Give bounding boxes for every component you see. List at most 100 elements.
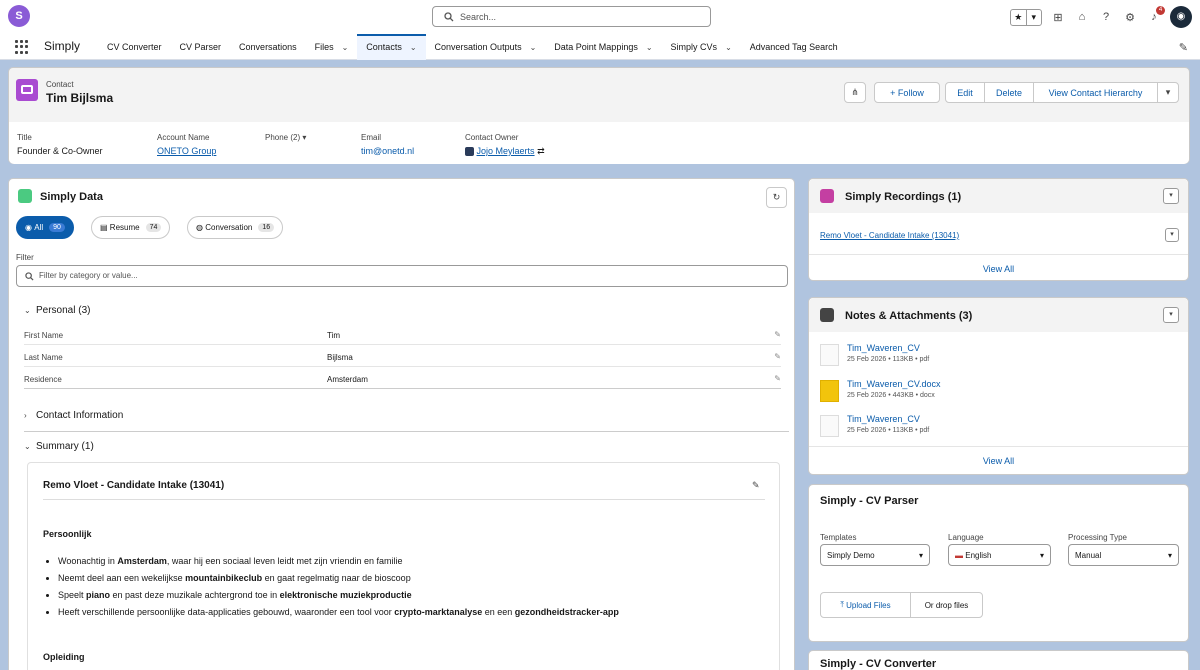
view-all-link[interactable]: View All xyxy=(809,456,1188,466)
chevron-down-icon: ⌄ xyxy=(725,42,732,52)
owner-link[interactable]: Jojo Meylaerts xyxy=(477,146,535,156)
data-row-last-name: Last Name Bijlsma ✎ xyxy=(24,349,781,367)
owner-avatar-icon xyxy=(465,147,474,157)
summary-title: Remo Vloet - Candidate Intake (13041) xyxy=(43,480,225,491)
filter-pill-resume[interactable]: ▤ Resume 74 xyxy=(91,216,171,239)
refresh-icon[interactable]: ↻ xyxy=(766,187,787,208)
chevron-down-icon: ⌄ xyxy=(24,442,31,451)
nav-item-conversations[interactable]: Conversations xyxy=(230,34,306,60)
delete-button[interactable]: Delete xyxy=(984,82,1034,103)
chevron-down-icon: ⌄ xyxy=(24,306,31,315)
title-field: Title Founder & Co-Owner xyxy=(17,133,103,156)
filter-pill-all[interactable]: ◉ All 90 xyxy=(16,216,74,239)
all-icon: ◉ xyxy=(25,223,32,232)
app-logo[interactable]: S xyxy=(8,5,30,27)
nav-item-simply-cvs[interactable]: Simply CVs ⌄ xyxy=(662,34,741,60)
upload-icon: ⤒ xyxy=(840,600,844,609)
summary-heading-2: Opleiding xyxy=(43,652,85,662)
divider xyxy=(43,499,765,500)
chevron-down-icon[interactable]: ▾ xyxy=(1025,9,1042,25)
add-icon[interactable]: ⊞ xyxy=(1050,9,1066,25)
templates-select[interactable]: Simply Demo ▾ xyxy=(820,544,930,566)
data-row-first-name: First Name Tim ✎ xyxy=(24,327,781,345)
nav-item-cv-parser[interactable]: CV Parser xyxy=(171,34,231,60)
nav-item-data-point-mappings[interactable]: Data Point Mappings ⌄ xyxy=(545,34,661,60)
follow-button[interactable]: + Follow xyxy=(874,82,940,103)
chevron-right-icon: › xyxy=(24,411,27,420)
email-link[interactable]: tim@onetd.nl xyxy=(361,146,414,156)
card-title: Simply - CV Converter xyxy=(820,658,937,670)
chevron-down-icon[interactable]: ▾ xyxy=(1163,188,1179,204)
email-field: Email tim@onetd.nl xyxy=(361,133,415,156)
favorites-button[interactable]: ★ ▾ xyxy=(1010,8,1042,26)
cv-parser-card: Simply - CV Parser Templates Simply Demo… xyxy=(808,484,1189,642)
account-link[interactable]: ONETO Group xyxy=(157,146,216,156)
notification-badge: 4 xyxy=(1156,6,1165,15)
list-item: Neemt deel aan een wekelijkse mountainbi… xyxy=(58,570,768,587)
document-icon: ▤ xyxy=(100,223,108,232)
section-contact-information[interactable]: › Contact Information xyxy=(24,410,789,421)
nav-items: CV Converter CV Parser Conversations Fil… xyxy=(98,34,847,60)
bell-icon[interactable]: ♪ 4 xyxy=(1146,6,1165,25)
drop-files-label: Or drop files xyxy=(924,600,969,610)
app-launcher-icon[interactable] xyxy=(15,40,29,54)
highlights-panel: Title Founder & Co-Owner Account Name ON… xyxy=(9,122,1189,164)
nav-item-conversation-outputs[interactable]: Conversation Outputs ⌄ xyxy=(426,34,546,60)
chevron-down-icon[interactable]: ▾ xyxy=(1165,228,1179,242)
chevron-down-icon: ⌄ xyxy=(341,42,349,52)
gear-icon[interactable]: ⚙ xyxy=(1122,9,1138,25)
chevron-down-icon[interactable]: ▾ xyxy=(1163,307,1179,323)
star-icon[interactable]: ★ xyxy=(1011,10,1026,25)
more-actions-chevron-icon[interactable]: ▾ xyxy=(1157,82,1179,103)
edit-icon[interactable]: ✎ xyxy=(774,352,781,361)
header-utility-icons: ★ ▾ ⊞ ⌂ ? ⚙ ♪ 4 ◉ xyxy=(1010,6,1192,28)
chevron-down-icon: ⌄ xyxy=(409,42,417,52)
recording-link[interactable]: Remo Vloet - Candidate Intake (13041) xyxy=(820,231,959,240)
chevron-down-icon: ▾ xyxy=(302,133,307,142)
nav-item-contacts[interactable]: Contacts ⌄ xyxy=(357,34,426,60)
divider xyxy=(809,446,1188,447)
section-summary[interactable]: ⌄ Summary (1) xyxy=(24,441,789,452)
card-title: Notes & Attachments (3) xyxy=(845,310,973,322)
filter-input[interactable]: Filter by category or value... xyxy=(16,265,788,287)
user-avatar[interactable]: ◉ xyxy=(1170,6,1192,28)
list-item: Woonachtig in Amsterdam, waar hij een so… xyxy=(58,553,768,570)
upload-files-button[interactable]: ⤒ Upload Files xyxy=(821,593,911,617)
section-personal[interactable]: ⌄ Personal (3) xyxy=(24,305,789,316)
data-row-residence: Residence Amsterdam ✎ xyxy=(24,371,781,389)
summary-card: Remo Vloet - Candidate Intake (13041) ✎ … xyxy=(27,462,780,670)
list-item: Heeft verschillende persoonlijke data-ap… xyxy=(58,604,768,621)
edit-icon[interactable]: ✎ xyxy=(774,374,781,383)
processing-type-label: Processing Type xyxy=(1068,533,1127,542)
filter-pill-conversation[interactable]: ◍ Conversation 16 xyxy=(187,216,284,239)
nav-item-files[interactable]: Files ⌄ xyxy=(306,34,358,60)
card-header: Notes & Attachments (3) ▾ xyxy=(809,298,1188,332)
chat-icon: ◍ xyxy=(196,223,203,232)
simply-data-icon xyxy=(18,189,32,203)
edit-icon[interactable]: ✎ xyxy=(752,480,760,491)
change-owner-icon[interactable]: ⇄ xyxy=(537,146,545,156)
phone-field[interactable]: Phone (2) ▾ xyxy=(265,133,306,142)
chevron-down-icon: ▾ xyxy=(1039,550,1044,560)
global-search-input[interactable]: Search... xyxy=(432,6,711,27)
view-all-link[interactable]: View All xyxy=(809,264,1188,274)
hierarchy-icon[interactable]: ⋔ xyxy=(844,82,866,103)
nav-item-cv-converter[interactable]: CV Converter xyxy=(98,34,171,60)
filter-label: Filter xyxy=(16,253,34,262)
edit-button[interactable]: Edit xyxy=(945,82,985,103)
simply-recordings-card: Simply Recordings (1) ▾ Remo Vloet - Can… xyxy=(808,178,1189,281)
nav-item-advanced-tag-search[interactable]: Advanced Tag Search xyxy=(741,34,847,60)
edit-nav-icon[interactable]: ✎ xyxy=(1179,41,1188,54)
processing-type-select[interactable]: Manual ▾ xyxy=(1068,544,1179,566)
list-item: Speelt piano en past deze muzikale achte… xyxy=(58,587,768,604)
search-icon xyxy=(444,12,454,22)
help-icon[interactable]: ? xyxy=(1098,9,1114,25)
trailhead-icon[interactable]: ⌂ xyxy=(1074,9,1090,25)
simply-data-card: Simply Data ↻ ◉ All 90 ▤ Resume 74 ◍ Conve… xyxy=(8,178,795,670)
edit-icon[interactable]: ✎ xyxy=(774,330,781,339)
flag-icon: ▬ xyxy=(955,550,963,560)
view-contact-hierarchy-button[interactable]: View Contact Hierarchy xyxy=(1033,82,1158,103)
language-select[interactable]: ▬ English ▾ xyxy=(948,544,1051,566)
pdf-file-icon xyxy=(820,415,839,437)
file-drop-zone[interactable]: ⤒ Upload Files Or drop files xyxy=(820,592,983,618)
